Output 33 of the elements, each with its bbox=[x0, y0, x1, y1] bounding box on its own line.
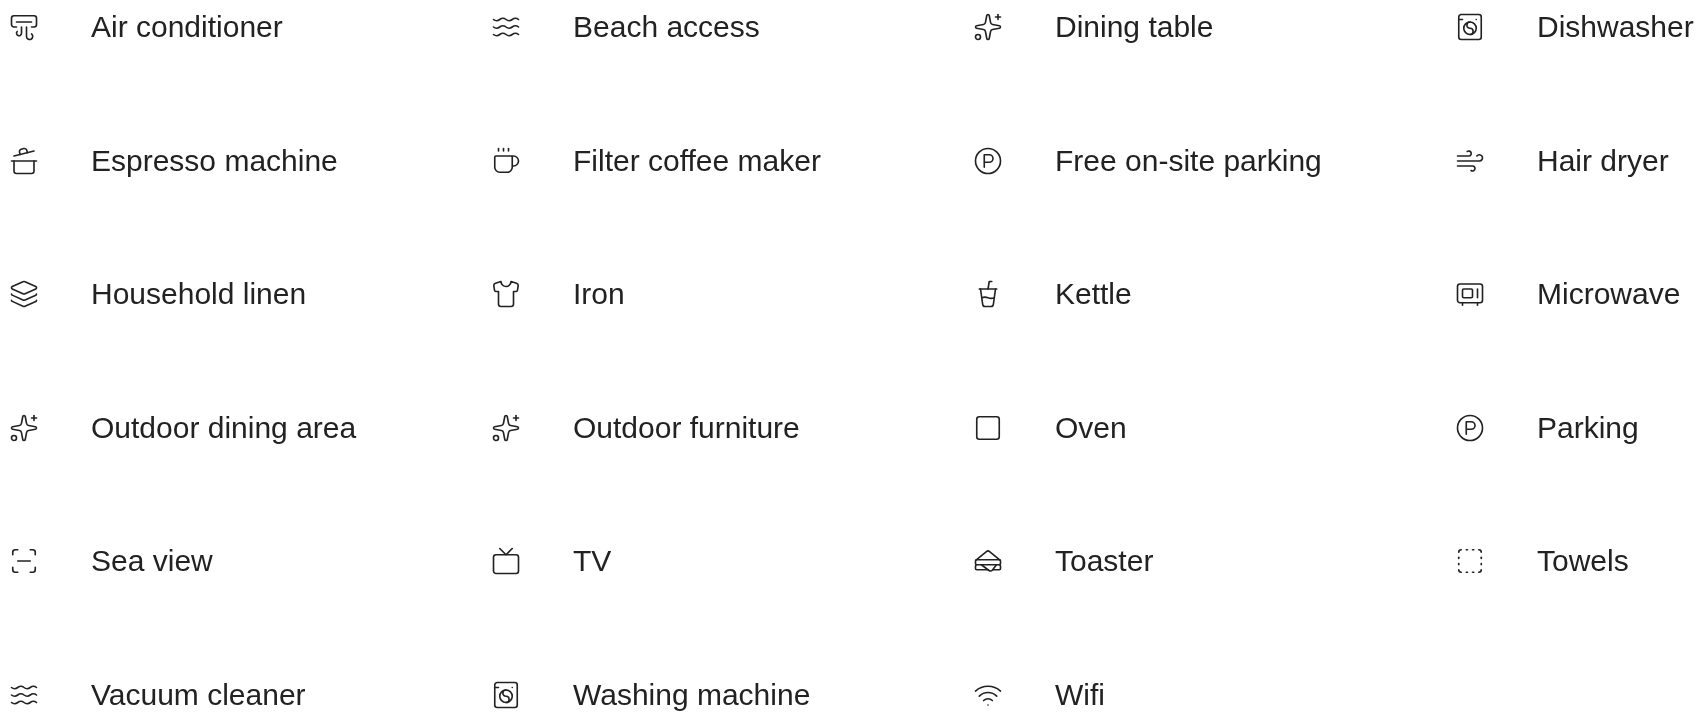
appliance-icon bbox=[1455, 12, 1485, 42]
air-vent-icon bbox=[9, 12, 39, 42]
amenity-label: Dishwasher bbox=[1537, 9, 1694, 45]
amenity-label: Iron bbox=[573, 276, 625, 313]
amenity-label: Parking bbox=[1537, 409, 1639, 446]
amenity-label: Espresso machine bbox=[91, 142, 338, 179]
amenity-label: Filter coffee maker bbox=[573, 142, 821, 179]
sparkles-icon bbox=[491, 412, 521, 443]
amenity-label: Kettle bbox=[1055, 276, 1132, 313]
amenity-label: Outdoor dining area bbox=[91, 409, 357, 446]
amenity-label: Household linen bbox=[91, 276, 307, 313]
sparkles-icon bbox=[973, 12, 1003, 42]
amenity-label: Toaster bbox=[1055, 543, 1154, 580]
amenity-label: Washing machine bbox=[573, 676, 811, 713]
amenity-label: Microwave bbox=[1537, 276, 1681, 313]
amenity-label: Dining table bbox=[1055, 9, 1214, 45]
coffee-icon bbox=[491, 145, 521, 176]
amenity-label: TV bbox=[573, 543, 612, 580]
sparkles-icon bbox=[9, 412, 39, 443]
amenity-label: Air conditioner bbox=[91, 9, 283, 45]
amenity-label: Hair dryer bbox=[1537, 142, 1669, 179]
washing-machine-icon bbox=[491, 679, 521, 710]
amenity-label: Wifi bbox=[1055, 676, 1105, 713]
amenity-label: Vacuum cleaner bbox=[91, 676, 306, 713]
amenity-label: Oven bbox=[1055, 409, 1127, 446]
parking-icon bbox=[973, 145, 1003, 176]
amenity-label: Sea view bbox=[91, 543, 213, 580]
tv-icon bbox=[491, 546, 521, 577]
parking-icon bbox=[1455, 412, 1485, 443]
amenity-label: Beach access bbox=[573, 9, 760, 45]
amenity-label: Free on-site parking bbox=[1055, 142, 1322, 179]
amenity-label: Outdoor furniture bbox=[573, 409, 800, 446]
amenity-label: Towels bbox=[1537, 543, 1629, 580]
